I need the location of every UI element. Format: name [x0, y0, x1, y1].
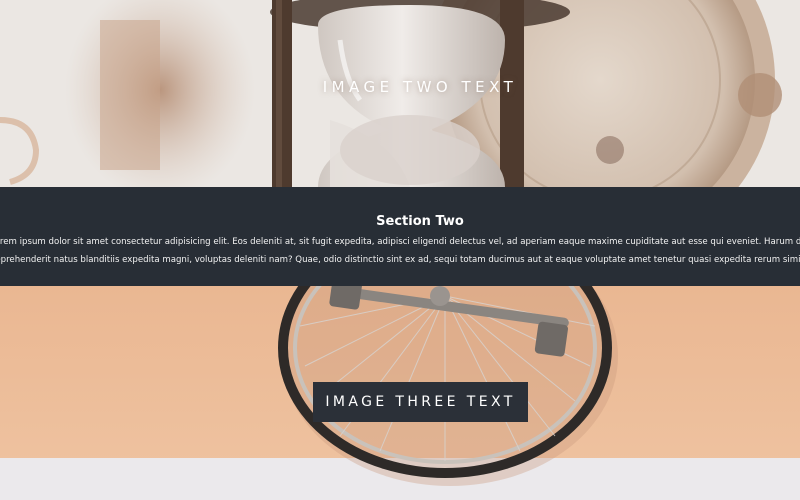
image-two-section: IMAGE TWO TEXT	[0, 0, 800, 187]
image-three-button[interactable]: IMAGE THREE TEXT	[313, 382, 528, 422]
image-three-section: IMAGE THREE TEXT	[0, 286, 800, 500]
section-two-body: Lorem ipsum dolor sit amet consectetur a…	[0, 233, 800, 269]
section-two-body-line-1: Lorem ipsum dolor sit amet consectetur a…	[0, 237, 800, 247]
section-two: Section Two Lorem ipsum dolor sit amet c…	[0, 187, 800, 286]
image-two-caption: IMAGE TWO TEXT	[322, 78, 518, 96]
section-two-body-line-2: reprehenderit natus blanditiis expedita …	[0, 255, 800, 265]
section-two-title: Section Two	[376, 214, 464, 229]
